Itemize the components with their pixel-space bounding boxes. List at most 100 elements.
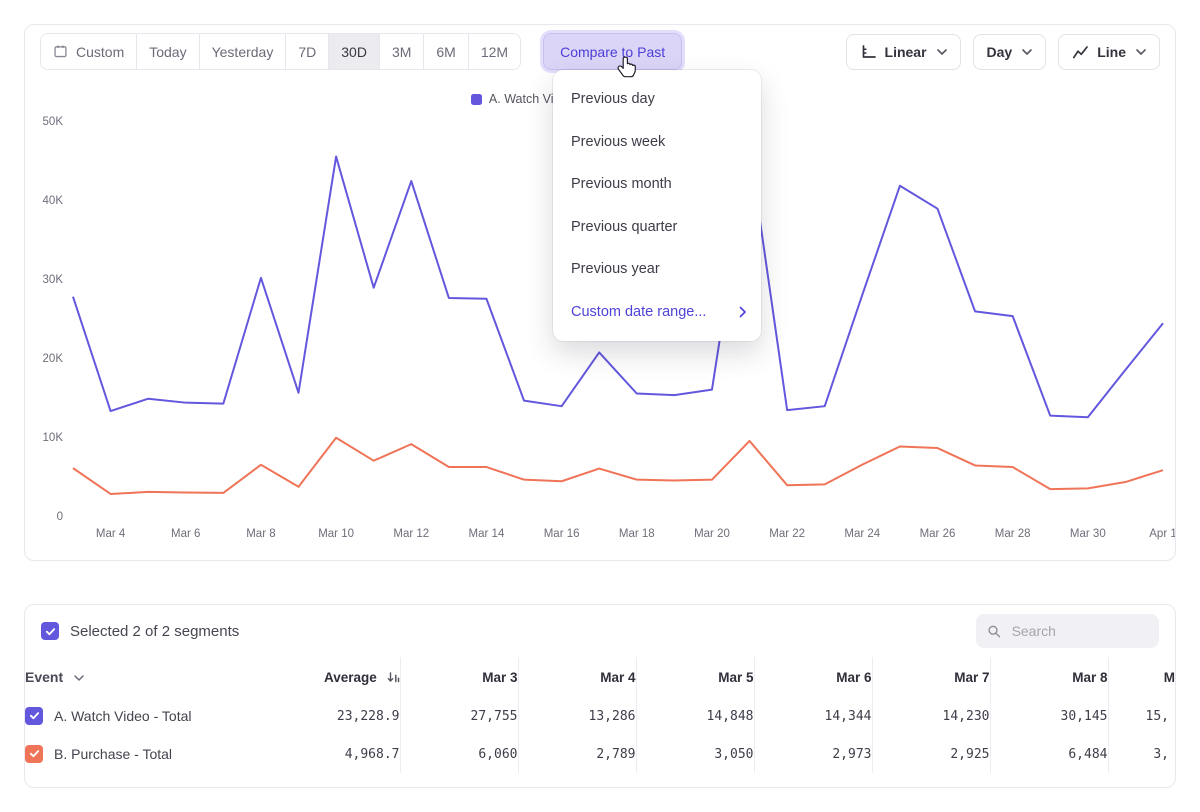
- event-header-label: Event: [25, 669, 63, 685]
- chevron-down-icon: [937, 49, 947, 55]
- analytics-page: Custom Today Yesterday 7D 30D 3M 6M 12M Compare…: [0, 0, 1200, 812]
- chart-type-select-button[interactable]: Line: [1058, 34, 1160, 70]
- range-label: 6M: [436, 44, 455, 60]
- x-axis-label: Mar 18: [619, 528, 655, 540]
- scale-select-button[interactable]: Linear: [846, 34, 961, 70]
- event-column-header[interactable]: Event: [25, 657, 285, 697]
- date-column-header: Mar 3: [400, 657, 518, 697]
- table-header-row: Event Average Mar 3Mar 4Mar 5Mar 6Mar 7M…: [25, 657, 1175, 697]
- value-cell: 2,973: [754, 735, 872, 773]
- menu-item-previous-year[interactable]: Previous year: [553, 248, 761, 291]
- row-checkbox[interactable]: [25, 707, 43, 725]
- average-cell: 4,968.7: [285, 735, 400, 773]
- value-cell-clipped: 15,: [1108, 697, 1175, 735]
- date-column-header: Mar 4: [518, 657, 636, 697]
- interval-select-button[interactable]: Day: [973, 34, 1047, 70]
- range-label: 7D: [298, 44, 316, 60]
- average-header-label: Average: [324, 670, 377, 685]
- table-row: B. Purchase - Total4,968.76,0602,7893,05…: [25, 735, 1175, 773]
- range-label: Today: [149, 44, 186, 60]
- segment-table-body: A. Watch Video - Total 23,228.927,75513,2…: [25, 697, 1175, 773]
- segments-selected-label: Selected 2 of 2 segments: [70, 623, 239, 640]
- y-axis-label: 50K: [43, 116, 64, 128]
- range-button-custom[interactable]: Custom: [41, 34, 137, 69]
- interval-label: Day: [987, 44, 1013, 60]
- series-line-b: [73, 438, 1163, 494]
- range-label: Custom: [76, 44, 124, 60]
- range-button-yesterday[interactable]: Yesterday: [200, 34, 287, 69]
- value-cell: 13,286: [518, 697, 636, 735]
- range-label: 3M: [392, 44, 411, 60]
- x-axis-label: Mar 10: [318, 528, 354, 540]
- menu-item-previous-day[interactable]: Previous day: [553, 78, 761, 121]
- compare-dropdown: Previous dayPrevious weekPrevious monthP…: [553, 70, 761, 341]
- chart-controls: Linear Day Line: [846, 34, 1160, 70]
- date-column-header: Mar 5: [636, 657, 754, 697]
- checkbox-check-icon: [29, 748, 40, 759]
- segments-header: Selected 2 of 2 segments: [25, 605, 1175, 657]
- x-axis-label: Mar 24: [844, 528, 880, 540]
- range-label: 30D: [341, 44, 367, 60]
- search-box[interactable]: [976, 614, 1159, 648]
- value-cell: 14,848: [636, 697, 754, 735]
- y-axis-label: 40K: [43, 195, 64, 207]
- menu-item-previous-quarter[interactable]: Previous quarter: [553, 206, 761, 249]
- segments-card: Selected 2 of 2 segments Event: [24, 604, 1176, 788]
- value-cell: 2,925: [872, 735, 990, 773]
- menu-item-previous-week[interactable]: Previous week: [553, 121, 761, 164]
- menu-item-custom-date-range[interactable]: Custom date range...: [553, 291, 761, 334]
- search-input[interactable]: [1010, 622, 1148, 640]
- segments-table: Event Average Mar 3Mar 4Mar 5Mar 6Mar 7M…: [25, 657, 1175, 773]
- x-axis-label: Mar 28: [995, 528, 1031, 540]
- range-button-30d[interactable]: 30D: [329, 34, 380, 69]
- x-axis-label: Mar 12: [393, 528, 429, 540]
- range-button-6m[interactable]: 6M: [424, 34, 468, 69]
- date-column-header: Mar 7: [872, 657, 990, 697]
- row-label: A. Watch Video - Total: [54, 708, 191, 724]
- row-checkbox[interactable]: [25, 745, 43, 763]
- y-axis-label: 10K: [43, 432, 64, 444]
- line-chart-icon: [1072, 44, 1089, 60]
- value-cell: 14,344: [754, 697, 872, 735]
- scale-label: Linear: [885, 44, 927, 60]
- clipped-column-header: M: [1108, 657, 1175, 697]
- range-button-3m[interactable]: 3M: [380, 34, 424, 69]
- value-cell: 14,230: [872, 697, 990, 735]
- x-axis-label: Mar 16: [544, 528, 580, 540]
- legend-swatch: [471, 94, 482, 105]
- select-all-checkbox[interactable]: [41, 622, 59, 640]
- calendar-icon: [53, 44, 68, 59]
- checkbox-check-icon: [29, 710, 40, 721]
- chevron-down-icon: [74, 675, 84, 681]
- sort-desc-icon: [387, 671, 400, 684]
- value-cell: 2,789: [518, 735, 636, 773]
- average-column-header[interactable]: Average: [285, 657, 400, 697]
- chevron-right-icon: [739, 306, 747, 318]
- value-cell: 27,755: [400, 697, 518, 735]
- chart-type-label: Line: [1097, 44, 1126, 60]
- x-axis-label: Apr 1: [1149, 528, 1175, 540]
- value-cell-clipped: 3,: [1108, 735, 1175, 773]
- x-axis-label: Mar 8: [246, 528, 275, 540]
- range-button-12m[interactable]: 12M: [469, 34, 520, 69]
- x-axis-label: Mar 22: [769, 528, 805, 540]
- y-axis-label: 20K: [43, 353, 64, 365]
- value-cell: 3,050: [636, 735, 754, 773]
- menu-item-previous-month[interactable]: Previous month: [553, 163, 761, 206]
- x-axis-label: Mar 6: [171, 528, 200, 540]
- table-row: A. Watch Video - Total 23,228.927,75513,2…: [25, 697, 1175, 735]
- date-column-header: Mar 6: [754, 657, 872, 697]
- range-button-7d[interactable]: 7D: [286, 34, 329, 69]
- checkbox-check-icon: [45, 626, 56, 637]
- range-group: Custom Today Yesterday 7D 30D 3M 6M 12M: [40, 33, 521, 70]
- value-cell: 6,060: [400, 735, 518, 773]
- range-label: 12M: [481, 44, 508, 60]
- x-axis-label: Mar 14: [469, 528, 505, 540]
- value-cell: 30,145: [990, 697, 1108, 735]
- x-axis-label: Mar 20: [694, 528, 730, 540]
- compare-to-past-button[interactable]: Compare to Past: [543, 33, 682, 70]
- average-cell: 23,228.9: [285, 697, 400, 735]
- range-button-today[interactable]: Today: [137, 34, 199, 69]
- search-icon: [987, 623, 1002, 640]
- date-column-header: Mar 8: [990, 657, 1108, 697]
